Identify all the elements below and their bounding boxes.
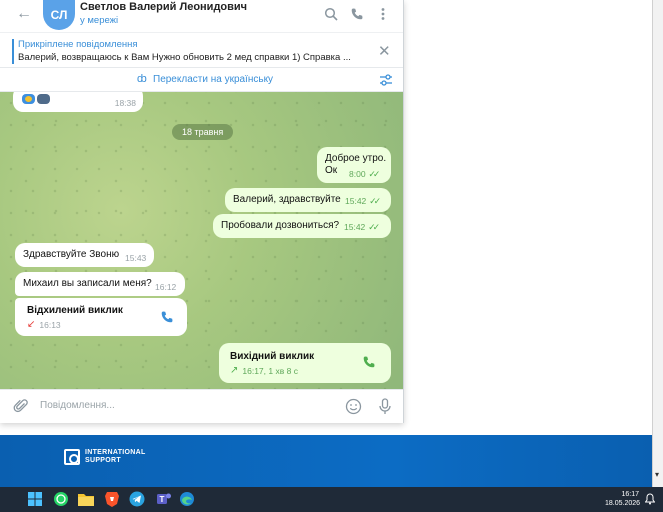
system-clock[interactable]: 16:17 18.05.2026 — [605, 490, 641, 508]
translate-bar: ȸ Перекласти на українську — [0, 68, 403, 92]
telegram-icon[interactable] — [128, 490, 146, 508]
message-bubble-out[interactable]: Валерий, здравствуйте 15:42 ✓✓ — [225, 188, 391, 212]
message-time: 15:43 — [125, 253, 147, 263]
call-time: 16:13 — [39, 319, 61, 330]
pinned-accent-bar — [12, 39, 14, 64]
avatar[interactable]: СЛ — [43, 0, 75, 30]
message-text: Валерий, здравствуйте — [233, 194, 341, 205]
logo-line-1: INTERNATIONAL — [85, 449, 146, 456]
message-time: 15:42 — [344, 222, 366, 232]
message-bubble-earlier[interactable]: 18:38 — [13, 92, 143, 112]
clock-time: 16:17 — [621, 491, 639, 498]
translate-link[interactable]: Перекласти на українську — [153, 74, 273, 85]
call-title: Відхилений виклик — [27, 305, 123, 316]
telegram-window: ← СЛ Светлов Валерий Леонидович у мережі… — [0, 0, 404, 423]
sticker-emoji-icon — [22, 94, 50, 104]
search-icon[interactable] — [323, 6, 339, 22]
message-text: Пробовали дозвониться? — [221, 220, 340, 231]
browser-scrollbar[interactable] — [652, 0, 663, 487]
call-time: 16:17, 1 хв 8 с — [242, 365, 298, 376]
message-time: 15:42 — [345, 196, 367, 206]
pinned-message[interactable]: Прикріплене повідомлення Валерий, возвра… — [0, 32, 403, 68]
call-title: Вихідний виклик — [230, 351, 315, 362]
notification-bell-icon[interactable] — [644, 492, 656, 510]
emoji-icon[interactable] — [345, 398, 362, 420]
brave-browser-icon[interactable] — [103, 490, 121, 508]
message-time: 16:12 — [155, 282, 177, 292]
message-time: 8:00 — [349, 169, 366, 179]
message-bubble-in[interactable]: Здравствуйте Звоню 15:43 — [15, 243, 154, 267]
call-bubble-outgoing[interactable]: Вихідний виклик ↗ 16:17, 1 хв 8 с — [219, 343, 391, 383]
missed-arrow-icon: ↙ — [27, 319, 36, 330]
teams-icon[interactable]: T — [155, 490, 173, 508]
message-text: Доброе утро. — [325, 153, 387, 164]
message-bubble-out[interactable]: Доброе утро. Ок 8:00 ✓✓ — [317, 147, 391, 183]
date-separator: 18 травня — [172, 124, 234, 140]
header-actions — [323, 6, 391, 22]
call-back-phone-icon[interactable] — [160, 310, 174, 327]
message-bubble-in[interactable]: Михаил вы записали меня? 16:12 — [15, 272, 185, 296]
chat-header: ← СЛ Светлов Валерий Леонидович у мережі — [0, 0, 403, 32]
message-input-bar — [0, 389, 403, 423]
paperclip-icon[interactable] — [13, 398, 29, 419]
message-time: 18:38 — [114, 98, 136, 108]
contact-name[interactable]: Светлов Валерий Леонидович — [80, 1, 247, 13]
windows-start-icon[interactable] — [26, 490, 44, 508]
call-again-phone-icon[interactable] — [362, 355, 376, 372]
message-text: Здравствуйте Звоню — [23, 249, 120, 260]
pinned-title: Прикріплене повідомлення — [18, 39, 138, 50]
svg-text:T: T — [160, 495, 165, 504]
online-status: у мережі — [80, 15, 119, 26]
edge-browser-icon[interactable] — [178, 490, 196, 508]
back-arrow-icon[interactable]: ← — [16, 5, 32, 23]
microphone-icon[interactable] — [378, 398, 392, 420]
desktop-background — [404, 0, 663, 435]
file-explorer-icon[interactable] — [77, 490, 95, 508]
more-menu-icon[interactable] — [375, 6, 391, 22]
message-bubble-out[interactable]: Пробовали дозвониться? 15:42 ✓✓ — [213, 214, 391, 238]
read-ticks-icon: ✓✓ — [368, 169, 380, 179]
outgoing-arrow-icon: ↗ — [230, 365, 239, 376]
read-ticks-icon: ✓✓ — [368, 222, 380, 232]
read-ticks-icon: ✓✓ — [369, 196, 381, 206]
phone-icon[interactable] — [349, 6, 365, 22]
chat-area[interactable]: 18:38 18 травня Доброе утро. Ок 8:00 ✓✓ … — [0, 92, 403, 389]
clock-date: 18.05.2026 — [605, 500, 641, 507]
call-bubble-declined[interactable]: Відхилений виклик ↙ 16:13 — [15, 298, 187, 336]
international-support-logo: INTERNATIONAL SUPPORT — [64, 449, 146, 465]
logo-line-2: SUPPORT — [85, 457, 121, 464]
whatsapp-icon[interactable] — [52, 490, 70, 508]
translate-icon: ȸ — [137, 73, 147, 85]
close-icon[interactable]: ✕ — [378, 42, 391, 60]
translate-settings-icon[interactable] — [379, 73, 393, 92]
scroll-down-icon[interactable]: ▾ — [655, 470, 659, 479]
taskbar — [0, 487, 663, 512]
message-text: Михаил вы записали меня? — [23, 278, 152, 289]
message-input[interactable] — [40, 400, 330, 411]
pinned-text: Валерий, возвращаюсь к Вам Нужно обновит… — [18, 52, 351, 63]
logo-mark-icon — [64, 449, 80, 465]
